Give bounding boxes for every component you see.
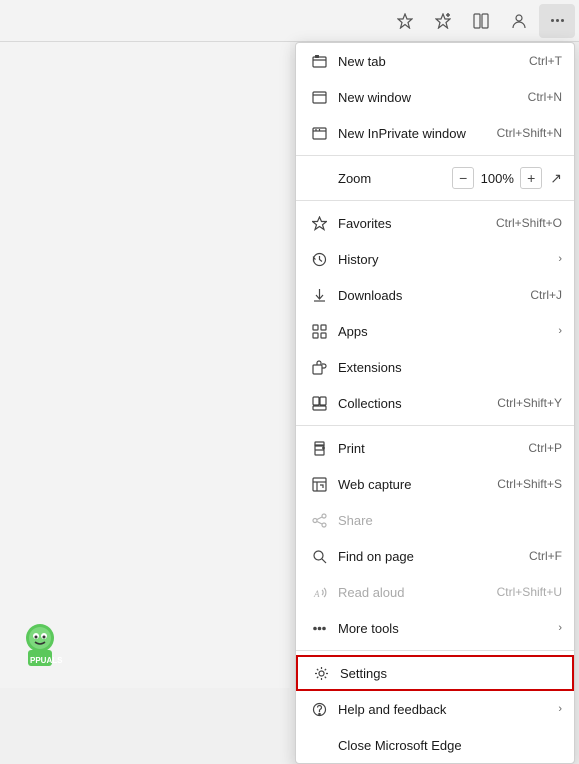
inprivate-shortcut: Ctrl+Shift+N — [497, 126, 562, 140]
new-tab-icon — [308, 54, 330, 69]
new-tab-label: New tab — [338, 54, 529, 69]
print-label: Print — [338, 441, 528, 456]
collections-label: Collections — [338, 396, 497, 411]
help-icon — [308, 702, 330, 717]
extensions-icon — [308, 360, 330, 375]
help-label: Help and feedback — [338, 702, 550, 717]
menu-item-collections[interactable]: Collections Ctrl+Shift+Y — [296, 385, 574, 421]
menu-item-new-window[interactable]: New window Ctrl+N — [296, 79, 574, 115]
svg-text:A: A — [313, 589, 320, 599]
apps-label: Apps — [338, 324, 550, 339]
zoom-expand-button[interactable]: ↗ — [550, 170, 562, 187]
collections-menu-icon — [308, 396, 330, 411]
inprivate-icon — [308, 126, 330, 141]
web-capture-label: Web capture — [338, 477, 497, 492]
collections-shortcut: Ctrl+Shift+Y — [497, 396, 562, 410]
add-favorites-button[interactable] — [425, 4, 461, 38]
divider-3 — [296, 425, 574, 426]
history-chevron-icon: › — [558, 253, 562, 265]
menu-item-new-tab[interactable]: New tab Ctrl+T — [296, 43, 574, 79]
favorites-shortcut: Ctrl+Shift+O — [496, 216, 562, 230]
read-aloud-icon: A — [308, 585, 330, 600]
zoom-increase-button[interactable]: + — [520, 167, 542, 189]
menu-item-extensions[interactable]: Extensions — [296, 349, 574, 385]
menu-item-read-aloud[interactable]: A Read aloud Ctrl+Shift+U — [296, 574, 574, 610]
menu-item-help[interactable]: Help and feedback › — [296, 691, 574, 727]
menu-item-history[interactable]: History › — [296, 241, 574, 277]
new-window-icon — [308, 90, 330, 105]
menu-item-print[interactable]: Print Ctrl+P — [296, 430, 574, 466]
menu-item-favorites[interactable]: Favorites Ctrl+Shift+O — [296, 205, 574, 241]
read-aloud-shortcut: Ctrl+Shift+U — [497, 585, 562, 599]
zoom-row: Zoom − 100% + ↗ — [296, 160, 574, 196]
more-tools-label: More tools — [338, 621, 550, 636]
menu-item-downloads[interactable]: Downloads Ctrl+J — [296, 277, 574, 313]
menu-item-inprivate[interactable]: New InPrivate window Ctrl+Shift+N — [296, 115, 574, 151]
menu-item-more-tools[interactable]: More tools › — [296, 610, 574, 646]
find-label: Find on page — [338, 549, 529, 564]
find-icon — [308, 549, 330, 564]
web-capture-shortcut: Ctrl+Shift+S — [497, 477, 562, 491]
history-label: History — [338, 252, 550, 267]
edge-menu: New tab Ctrl+T New window Ctrl+N New InP… — [295, 42, 575, 764]
divider-1 — [296, 155, 574, 156]
zoom-label: Zoom — [308, 171, 452, 186]
favorites-label: Favorites — [338, 216, 496, 231]
three-dots-icon — [551, 19, 564, 22]
downloads-shortcut: Ctrl+J — [530, 288, 562, 302]
history-icon — [308, 252, 330, 267]
appuals-logo: PPUALS — [20, 620, 68, 668]
divider-4 — [296, 650, 574, 651]
new-tab-shortcut: Ctrl+T — [529, 54, 562, 68]
browser-background — [0, 0, 290, 688]
zoom-value: 100% — [478, 171, 516, 186]
new-window-label: New window — [338, 90, 528, 105]
menu-item-find[interactable]: Find on page Ctrl+F — [296, 538, 574, 574]
settings-label: Settings — [340, 666, 560, 681]
collections-button[interactable] — [463, 4, 499, 38]
menu-item-apps[interactable]: Apps › — [296, 313, 574, 349]
menu-item-settings[interactable]: Settings — [296, 655, 574, 691]
menu-item-share[interactable]: Share — [296, 502, 574, 538]
close-edge-label: Close Microsoft Edge — [338, 738, 562, 753]
settings-icon — [310, 666, 332, 681]
browser-toolbar — [0, 0, 579, 42]
apps-icon — [308, 324, 330, 339]
downloads-icon — [308, 288, 330, 303]
share-icon — [308, 513, 330, 528]
profile-button[interactable] — [501, 4, 537, 38]
find-shortcut: Ctrl+F — [529, 549, 562, 563]
read-aloud-label: Read aloud — [338, 585, 497, 600]
share-label: Share — [338, 513, 562, 528]
downloads-label: Downloads — [338, 288, 530, 303]
help-chevron-icon: › — [558, 703, 562, 715]
more-button[interactable] — [539, 4, 575, 38]
menu-item-web-capture[interactable]: Web capture Ctrl+Shift+S — [296, 466, 574, 502]
zoom-controls: − 100% + ↗ — [452, 167, 562, 189]
print-shortcut: Ctrl+P — [528, 441, 562, 455]
extensions-label: Extensions — [338, 360, 562, 375]
apps-chevron-icon: › — [558, 325, 562, 337]
menu-item-close-edge[interactable]: Close Microsoft Edge — [296, 727, 574, 763]
print-icon — [308, 441, 330, 456]
web-capture-icon — [308, 477, 330, 492]
favorites-menu-icon — [308, 216, 330, 231]
more-tools-chevron-icon: › — [558, 622, 562, 634]
zoom-decrease-button[interactable]: − — [452, 167, 474, 189]
inprivate-label: New InPrivate window — [338, 126, 497, 141]
svg-text:PPUALS: PPUALS — [30, 656, 63, 665]
new-window-shortcut: Ctrl+N — [528, 90, 562, 104]
favorites-button[interactable] — [387, 4, 423, 38]
more-tools-icon — [308, 621, 330, 636]
divider-2 — [296, 200, 574, 201]
